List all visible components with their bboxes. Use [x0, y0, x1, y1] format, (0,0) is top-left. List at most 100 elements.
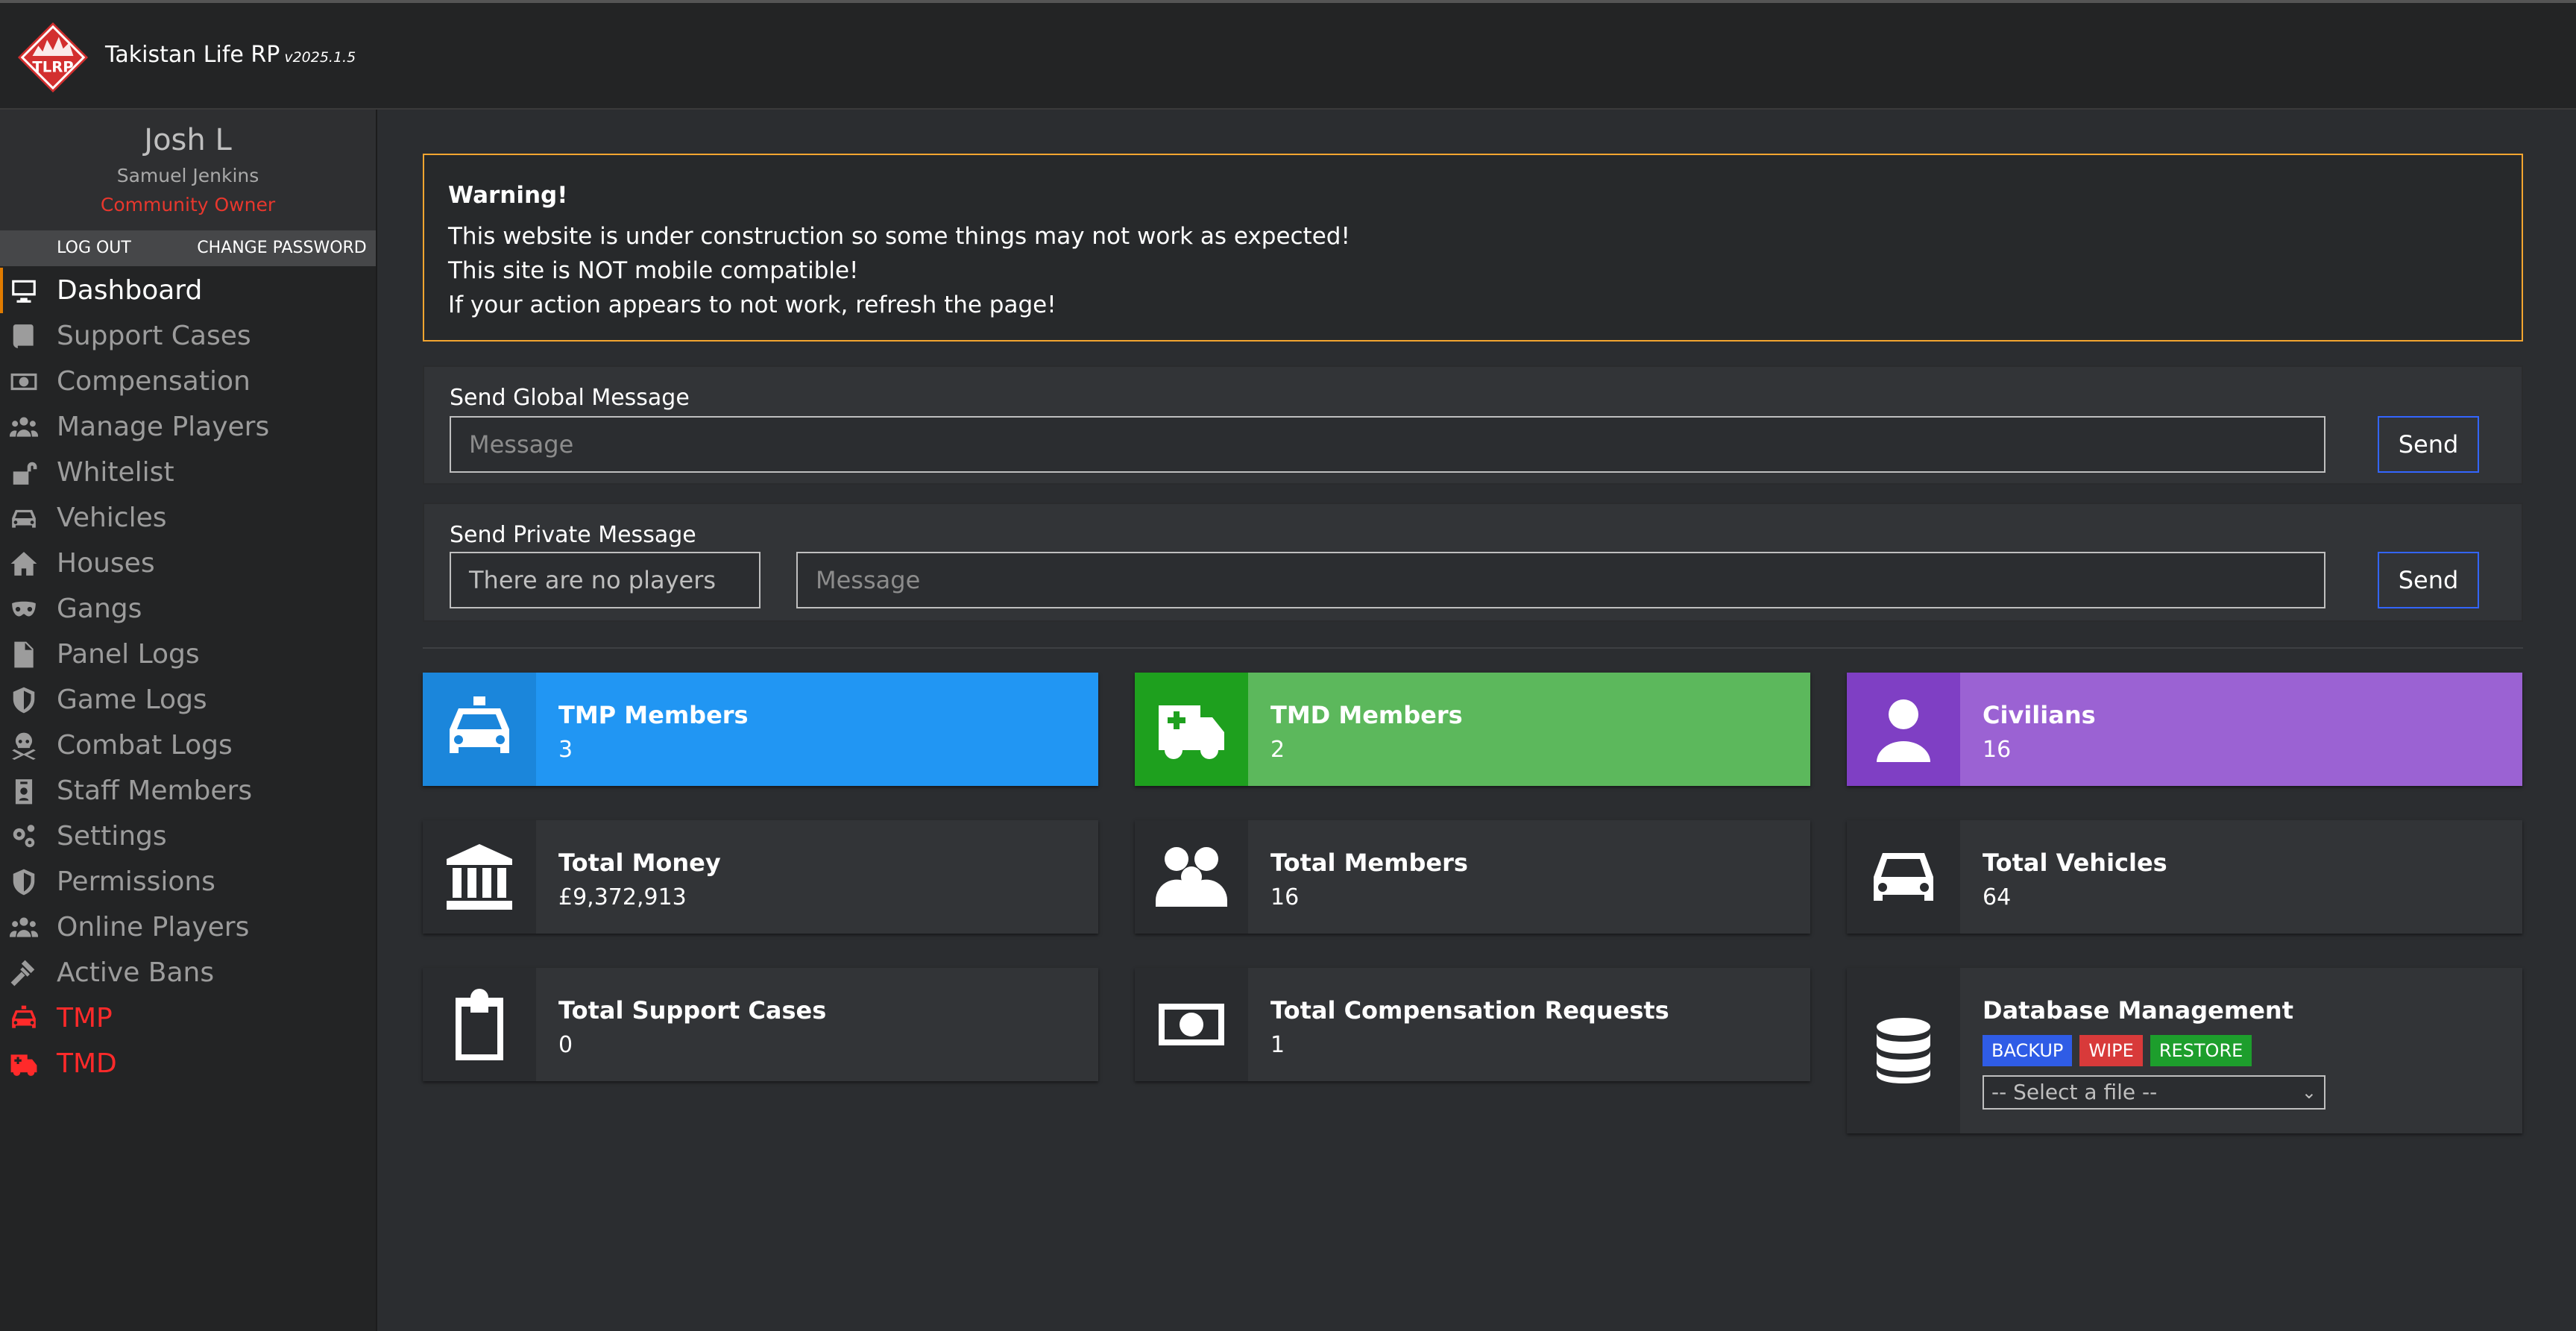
- sidebar-item-whitelist[interactable]: Whitelist: [0, 450, 376, 495]
- ambulance-icon: [7, 1049, 40, 1079]
- stat-value: 2: [1270, 737, 1285, 763]
- wipe-button[interactable]: WIPE: [2079, 1035, 2143, 1066]
- stat-value: 16: [1270, 884, 1300, 910]
- sidebar-item-dashboard[interactable]: Dashboard: [0, 268, 376, 313]
- sidebar-item-label: Dashboard: [57, 275, 203, 306]
- stat-value: 64: [1983, 884, 2012, 910]
- stat-title: TMD Members: [1270, 701, 1463, 729]
- money-bill-icon: [7, 367, 40, 397]
- sidebar-item-label: Settings: [57, 821, 167, 852]
- stat-value: 16: [1983, 737, 2012, 763]
- id-badge-icon: [7, 776, 40, 806]
- sidebar-item-combat-logs[interactable]: Combat Logs: [0, 723, 376, 768]
- sidebar-item-houses[interactable]: Houses: [0, 541, 376, 586]
- private-message-label: Send Private Message: [450, 522, 696, 548]
- sidebar-item-label: Vehicles: [57, 503, 167, 533]
- users-icon: [7, 412, 40, 442]
- money-bill-icon: [1135, 968, 1248, 1081]
- character-name: Samuel Jenkins: [116, 165, 259, 186]
- stat-card-tmd: TMD Members 2: [1135, 673, 1810, 786]
- change-password-button[interactable]: CHANGE PASSWORD: [188, 230, 376, 266]
- global-message-input[interactable]: Message: [450, 416, 2325, 473]
- sidebar-item-label: TMP: [57, 1003, 113, 1033]
- book-icon: [7, 321, 40, 351]
- sidebar: Josh L Samuel Jenkins Community Owner LO…: [0, 110, 377, 1331]
- stat-title: TMP Members: [558, 701, 749, 729]
- tlrp-logo[interactable]: TLRP: [16, 21, 89, 94]
- sidebar-item-tmd[interactable]: TMD: [0, 1041, 376, 1086]
- users-icon: [7, 913, 40, 943]
- chevron-down-icon: ⌄: [2301, 1082, 2317, 1103]
- private-message-input[interactable]: Message: [796, 552, 2325, 608]
- app-version: v2025.1.5: [284, 49, 356, 66]
- gavel-icon: [7, 958, 40, 988]
- svg-text:TLRP: TLRP: [32, 59, 73, 76]
- stat-card-total-money: Total Money £9,372,913: [423, 820, 1098, 934]
- stat-card-civilians: Civilians 16: [1847, 673, 2522, 786]
- sidebar-item-label: Online Players: [57, 912, 250, 943]
- private-send-button[interactable]: Send: [2378, 552, 2479, 608]
- logout-button[interactable]: LOG OUT: [0, 230, 188, 266]
- stat-title: Total Members: [1270, 849, 1468, 877]
- sidebar-item-label: Active Bans: [57, 957, 215, 988]
- users-icon: [1135, 820, 1248, 934]
- user-profile: Josh L Samuel Jenkins Community Owner: [0, 110, 376, 230]
- sidebar-item-panel-logs[interactable]: Panel Logs: [0, 632, 376, 677]
- section-divider: [423, 647, 2523, 649]
- sidebar-item-settings[interactable]: Settings: [0, 814, 376, 859]
- sidebar-item-label: Staff Members: [57, 775, 253, 806]
- file-icon: [7, 640, 40, 670]
- sidebar-item-permissions[interactable]: Permissions: [0, 859, 376, 904]
- sidebar-item-compensation[interactable]: Compensation: [0, 359, 376, 404]
- sidebar-item-gangs[interactable]: Gangs: [0, 586, 376, 632]
- user-role: Community Owner: [100, 194, 276, 215]
- sidebar-item-label: Gangs: [57, 594, 142, 624]
- sidebar-item-game-logs[interactable]: Game Logs: [0, 677, 376, 723]
- user-icon: [1847, 673, 1960, 786]
- sidebar-item-staff-members[interactable]: Staff Members: [0, 768, 376, 814]
- sidebar-item-label: Whitelist: [57, 457, 174, 488]
- warning-banner: Warning! This website is under construct…: [423, 154, 2523, 342]
- sidebar-item-support-cases[interactable]: Support Cases: [0, 313, 376, 359]
- restore-button[interactable]: RESTORE: [2150, 1035, 2252, 1066]
- police-car-icon: [423, 673, 536, 786]
- app-title[interactable]: Takistan Life RP v2025.1.5: [105, 42, 356, 68]
- sidebar-item-online-players[interactable]: Online Players: [0, 904, 376, 950]
- stat-title: Total Money: [558, 849, 721, 877]
- backup-button[interactable]: BACKUP: [1983, 1035, 2073, 1066]
- database-management-card: Database Management BACKUP WIPE RESTORE …: [1847, 968, 2522, 1133]
- stat-value: £9,372,913: [558, 884, 687, 910]
- monitor-icon: [7, 276, 40, 306]
- player-select[interactable]: There are no players: [450, 552, 760, 608]
- global-send-button[interactable]: Send: [2378, 416, 2479, 473]
- sidebar-item-manage-players[interactable]: Manage Players: [0, 404, 376, 450]
- stat-value: 3: [558, 737, 573, 763]
- stat-title: Total Compensation Requests: [1270, 996, 1669, 1025]
- unlock-icon: [7, 458, 40, 488]
- file-select[interactable]: -- Select a file -- ⌄: [1983, 1075, 2325, 1110]
- sidebar-item-label: Permissions: [57, 866, 215, 897]
- stat-title: Total Support Cases: [558, 996, 827, 1025]
- sidebar-item-tmp[interactable]: TMP: [0, 995, 376, 1041]
- sidebar-item-vehicles[interactable]: Vehicles: [0, 495, 376, 541]
- ambulance-icon: [1135, 673, 1248, 786]
- gears-icon: [7, 822, 40, 852]
- database-title: Database Management: [1983, 996, 2293, 1025]
- warning-line: If your action appears to not work, refr…: [448, 292, 1056, 318]
- clipboard-icon: [423, 968, 536, 1081]
- stat-card-total-vehicles: Total Vehicles 64: [1847, 820, 2522, 934]
- sidebar-item-label: TMD: [57, 1048, 117, 1079]
- sidebar-item-active-bans[interactable]: Active Bans: [0, 950, 376, 995]
- car-icon: [1847, 820, 1960, 934]
- stat-card-tmp: TMP Members 3: [423, 673, 1098, 786]
- account-actions: LOG OUT CHANGE PASSWORD: [0, 230, 376, 266]
- shield-icon: [7, 685, 40, 715]
- database-actions: BACKUP WIPE RESTORE: [1983, 1035, 2252, 1066]
- car-icon: [7, 503, 40, 533]
- sidebar-nav: Dashboard Support Cases Compensation Man…: [0, 268, 376, 1086]
- shield-icon: [7, 867, 40, 897]
- sidebar-item-label: Houses: [57, 548, 155, 579]
- bank-icon: [423, 820, 536, 934]
- stat-card-support-cases: Total Support Cases 0: [423, 968, 1098, 1081]
- sidebar-item-label: Panel Logs: [57, 639, 200, 670]
